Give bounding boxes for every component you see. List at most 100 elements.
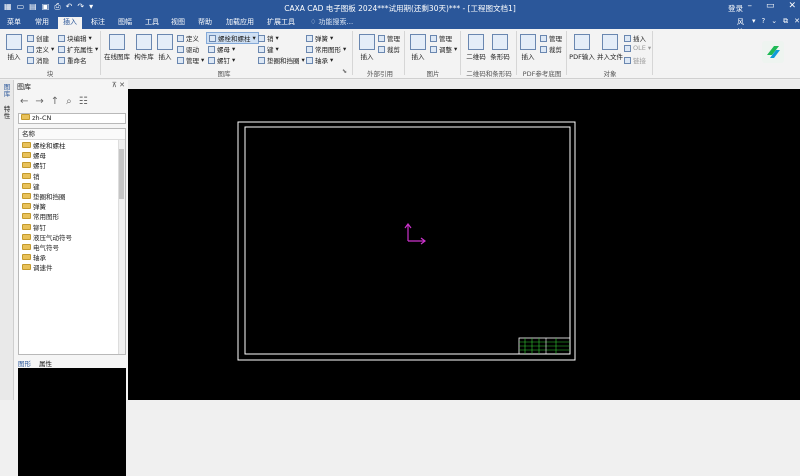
pdf-clip-button[interactable]: 裁剪: [540, 44, 562, 54]
chevron-down-icon: ▾: [275, 45, 279, 53]
tab-common[interactable]: 常用: [30, 17, 54, 29]
function-search-input[interactable]: 功能搜索...: [319, 18, 354, 26]
lib-define-button[interactable]: 定义: [177, 33, 199, 43]
tab-annotate[interactable]: 标注: [86, 17, 110, 29]
xref-clip-button[interactable]: 裁剪: [378, 44, 400, 54]
img-insert-label: 插入: [411, 53, 425, 61]
part-lib-button[interactable]: 构件库: [132, 34, 156, 61]
list-item[interactable]: 常用图形: [19, 211, 125, 221]
img-insert-button[interactable]: 插入: [408, 34, 428, 61]
list-item[interactable]: 弹簧: [19, 201, 125, 211]
expand-attr-button[interactable]: 扩充属性 ▾: [58, 44, 98, 54]
tab-tools[interactable]: 工具: [140, 17, 164, 29]
drawing-canvas[interactable]: [128, 89, 800, 400]
list-item[interactable]: 铆钉: [19, 222, 125, 232]
dialog-launcher-icon[interactable]: ⬊: [342, 68, 347, 75]
library-panel: 图库 ⊼ ✕ ← → ↑ ⌕ ☷ zh-CN 名称 螺栓和螺柱 螺母 螺钉销键垫圈和…: [14, 80, 128, 476]
merge-file-icon: [602, 34, 618, 50]
function-search[interactable]: ♢ 功能搜索...: [310, 17, 353, 27]
online-lib-icon: [109, 34, 125, 50]
pdf-insert-button[interactable]: 插入: [518, 34, 538, 61]
tab-load-apps[interactable]: 加载应用: [222, 17, 258, 29]
tab-menu[interactable]: 菜单: [2, 17, 26, 29]
xref-insert-button[interactable]: 插入: [356, 34, 378, 61]
block-insert-button[interactable]: 插入: [4, 34, 24, 61]
screw-button[interactable]: 螺钉 ▾: [208, 55, 235, 65]
xref-manage-button[interactable]: 管理: [378, 33, 400, 43]
key-button[interactable]: 键 ▾: [258, 44, 279, 54]
group-label-object: 对象: [603, 70, 617, 78]
qr-button[interactable]: 二维码: [464, 34, 488, 61]
rename-button[interactable]: 重命名: [58, 55, 87, 65]
scrollbar-thumb[interactable]: [119, 149, 124, 199]
ribbon-separator: [652, 31, 653, 75]
chevron-down-icon: ▾: [647, 44, 652, 52]
block-define-button[interactable]: 定义 ▾: [27, 44, 54, 54]
folder-icon: [22, 213, 31, 220]
tab-sheet[interactable]: 图幅: [113, 17, 137, 29]
spring-label: 弹簧: [315, 35, 328, 43]
list-item[interactable]: 螺母: [19, 150, 125, 160]
list-item[interactable]: 垫圈和挡圈: [19, 191, 125, 201]
ole-button[interactable]: OLE ▾: [624, 44, 651, 52]
view-toggle-icon[interactable]: ☷: [79, 96, 88, 107]
bolt-label: 螺栓和螺柱: [218, 35, 251, 43]
nut-label: 螺母: [217, 46, 230, 54]
define-label: 定义: [36, 46, 49, 54]
tab-help[interactable]: 帮助: [193, 17, 217, 29]
obj-insert-button[interactable]: 插入: [624, 33, 646, 43]
maximize-icon[interactable]: ▭: [766, 1, 775, 11]
folder-icon: [22, 142, 31, 149]
search-icon[interactable]: ⌕: [66, 96, 72, 107]
eliminate-button[interactable]: 消隐: [27, 55, 49, 65]
close-icon[interactable]: ✕: [788, 1, 796, 11]
up-icon[interactable]: ↑: [51, 96, 59, 107]
block-edit-button[interactable]: 块编辑 ▾: [58, 33, 92, 43]
bolt-button[interactable]: 螺栓和螺柱 ▾: [206, 32, 259, 44]
common-shape-button[interactable]: 常用图形 ▾: [306, 44, 346, 54]
barcode-button[interactable]: 条形码: [488, 34, 512, 61]
pdf-clip-label: 裁剪: [549, 46, 562, 54]
tab-extensions[interactable]: 扩展工具: [263, 17, 299, 29]
list-item-label: 铆钉: [33, 223, 46, 232]
path-combobox[interactable]: zh-CN: [18, 113, 126, 124]
washer-icon: [258, 56, 265, 64]
xref-insert-label: 插入: [360, 53, 374, 61]
lib-manage-button[interactable]: 管理 ▾: [177, 55, 204, 65]
sidebar-tab-library[interactable]: 图库: [2, 84, 12, 98]
login-link[interactable]: 登录: [728, 3, 743, 14]
folder-icon: [22, 172, 31, 179]
list-item[interactable]: 调速件: [19, 262, 125, 272]
close-panel-icon[interactable]: ✕: [119, 81, 125, 89]
pdf-manage-button[interactable]: 管理: [540, 33, 562, 43]
washer-button[interactable]: 垫圈和挡圈 ▾: [258, 55, 305, 65]
sidebar-tab-properties[interactable]: 特性: [2, 106, 12, 120]
lib-drive-button[interactable]: 驱动: [177, 44, 199, 54]
bearing-button[interactable]: 轴承 ▾: [306, 55, 333, 65]
pin-button[interactable]: 销 ▾: [258, 33, 279, 43]
lib-insert-button[interactable]: 插入: [156, 34, 174, 61]
list-item[interactable]: 键: [19, 181, 125, 191]
tab-view[interactable]: 视图: [166, 17, 190, 29]
create-block-button[interactable]: 创建: [27, 33, 49, 43]
list-item[interactable]: 螺钉: [19, 160, 125, 170]
tab-insert[interactable]: 插入: [58, 17, 82, 29]
back-icon[interactable]: ←: [20, 96, 28, 107]
list-item[interactable]: 电气符号: [19, 242, 125, 252]
pdf-input-button[interactable]: PDF输入: [568, 34, 596, 61]
forward-icon[interactable]: →: [35, 96, 43, 107]
pdf-clip-icon: [540, 45, 547, 53]
pin-panel-icon[interactable]: ⊼: [112, 81, 117, 89]
merge-file-button[interactable]: 并入文件: [596, 34, 624, 61]
list-item[interactable]: 销: [19, 171, 125, 181]
minimize-icon[interactable]: –: [747, 1, 752, 11]
list-item[interactable]: 螺栓和螺柱: [19, 140, 125, 150]
img-adjust-button[interactable]: 调整 ▾: [430, 44, 457, 54]
spring-button[interactable]: 弹簧 ▾: [306, 33, 333, 43]
link-button[interactable]: 链接: [624, 55, 646, 65]
list-item[interactable]: 液压气动符号: [19, 232, 125, 242]
img-manage-button[interactable]: 管理: [430, 33, 452, 43]
online-lib-button[interactable]: 在线图库: [103, 34, 131, 61]
list-item[interactable]: 轴承: [19, 252, 125, 262]
nut-button[interactable]: 螺母 ▾: [208, 44, 235, 54]
